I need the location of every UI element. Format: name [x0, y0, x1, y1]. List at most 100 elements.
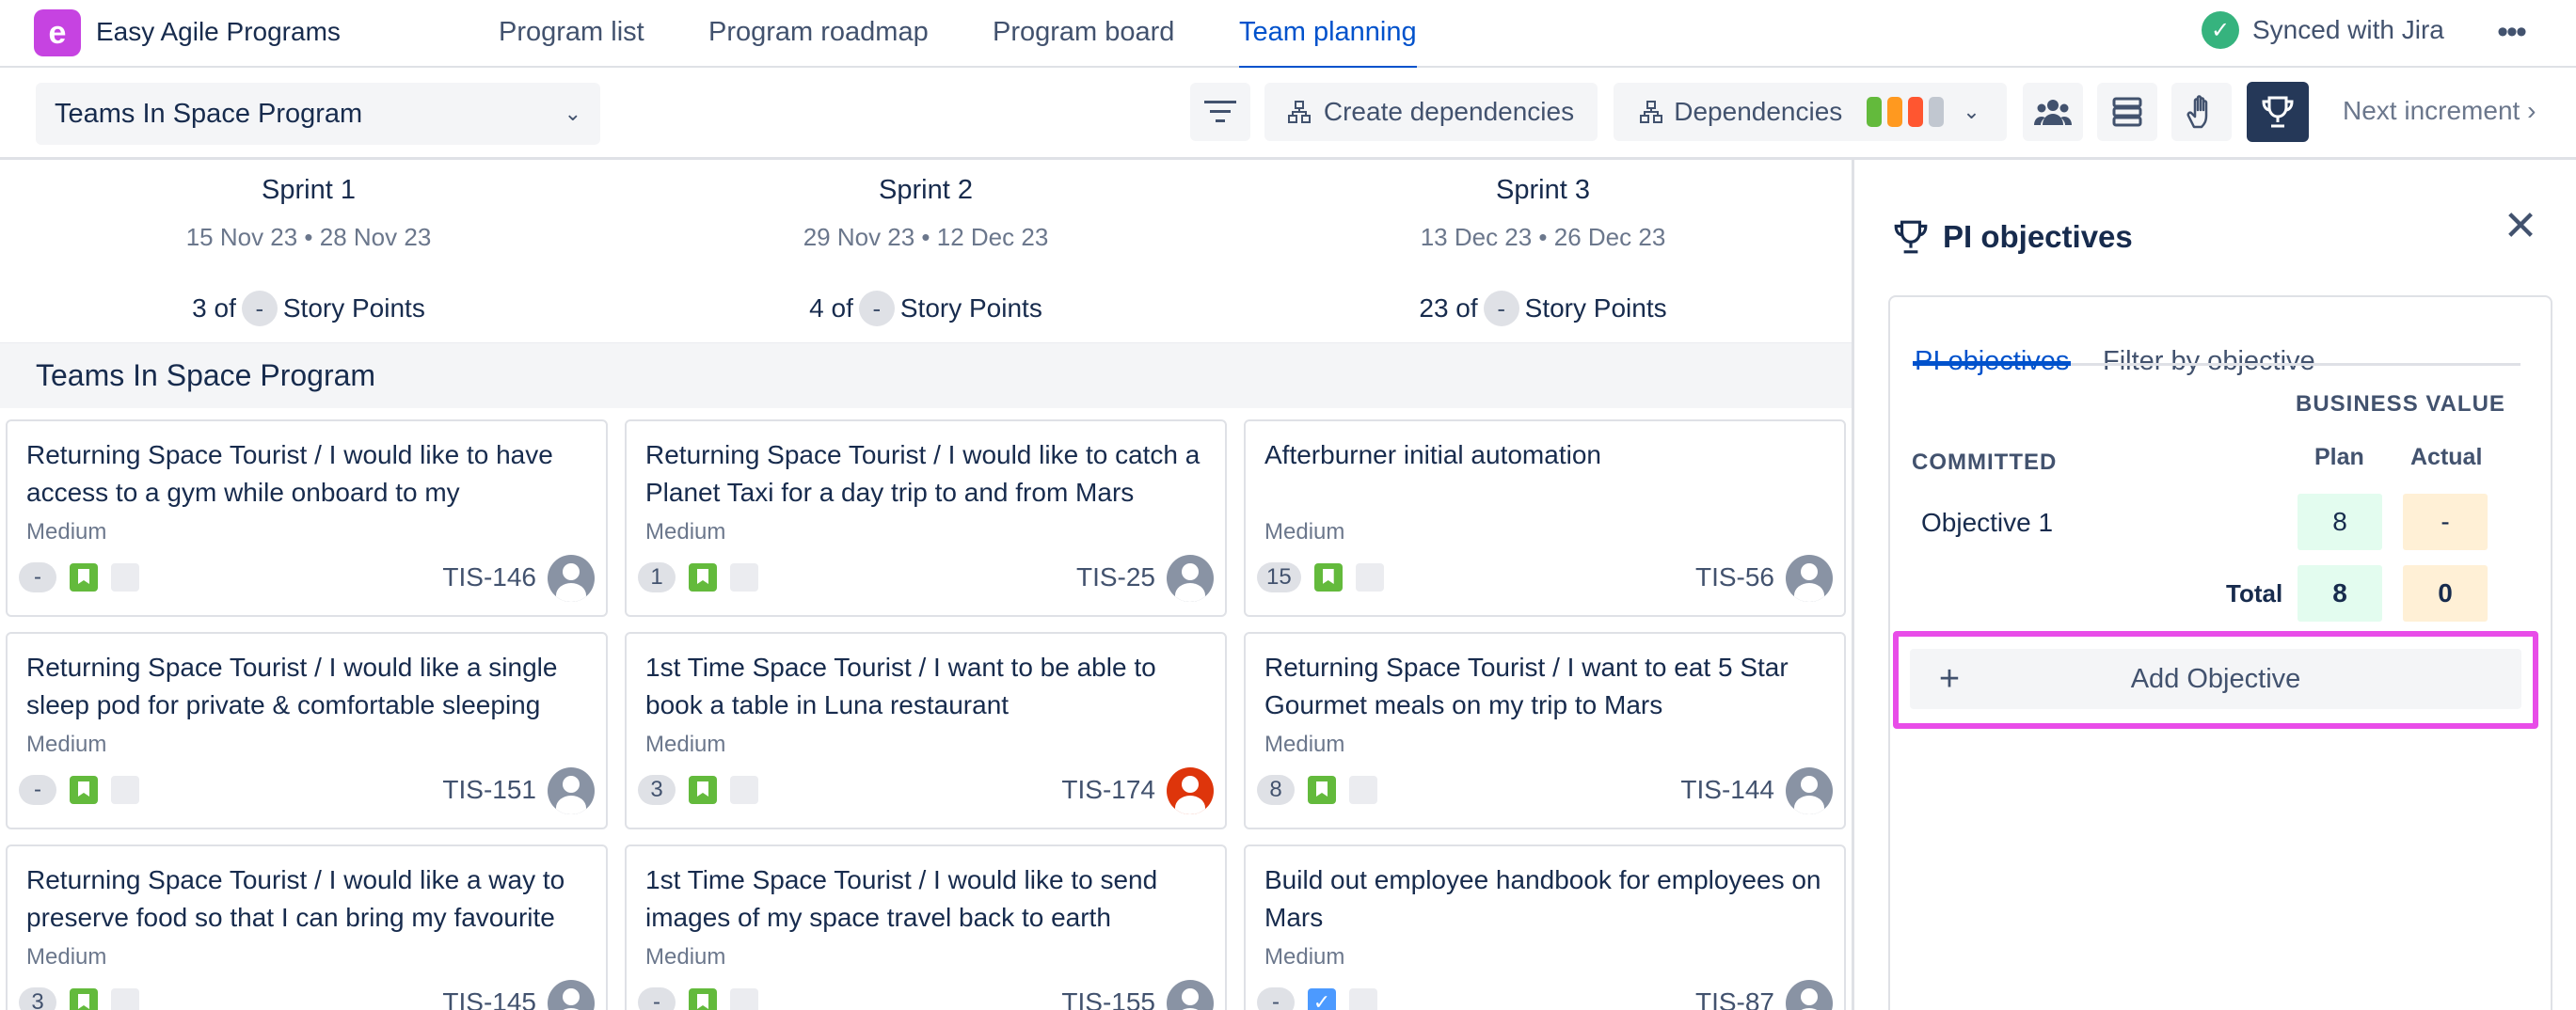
teams-view-button[interactable]	[2023, 83, 2083, 141]
more-options-button[interactable]: •••	[2489, 13, 2533, 51]
avatar	[548, 767, 595, 814]
issue-card[interactable]: Returning Space Tourist / I want to eat …	[1244, 632, 1846, 829]
story-icon	[689, 776, 717, 804]
issue-key[interactable]: TIS-56	[1695, 562, 1774, 592]
issue-priority: Medium	[1264, 732, 1345, 757]
panel-title: PI objectives	[1892, 218, 2133, 256]
issue-card[interactable]: Returning Space Tourist / I would like a…	[6, 844, 608, 1010]
sprint-capacity-pill[interactable]: -	[858, 291, 895, 326]
sync-status-label: Synced with Jira	[2252, 15, 2444, 44]
avatar	[548, 980, 595, 1010]
dependencies-label: Dependencies	[1674, 97, 1843, 126]
sprint-story-points: 3 of - Story Points	[0, 271, 617, 346]
estimate-badge: 3	[19, 987, 56, 1010]
issue-card[interactable]: Returning Space Tourist / I would like t…	[6, 419, 608, 617]
issue-card[interactable]: 1st Time Space Tourist / I want to be ab…	[625, 632, 1227, 829]
actual-column-header: Actual	[2410, 444, 2483, 470]
tab-program-list[interactable]: Program list	[499, 17, 644, 48]
objective-plan-value[interactable]: 8	[2298, 494, 2382, 550]
objective-actual-value[interactable]: -	[2403, 494, 2488, 550]
program-group-header[interactable]: Teams In Space Program	[0, 342, 1852, 408]
create-dependencies-button[interactable]: Create dependencies	[1264, 83, 1598, 141]
issue-card[interactable]: 1st Time Space Tourist / I would like to…	[625, 844, 1227, 1010]
sprint-name: Sprint 1	[262, 175, 356, 205]
issue-priority: Medium	[645, 944, 726, 970]
issue-priority: Medium	[1264, 519, 1345, 544]
issue-summary: Afterburner initial automation	[1264, 440, 1601, 469]
issue-key[interactable]: TIS-145	[442, 987, 536, 1010]
issue-key[interactable]: TIS-144	[1680, 775, 1774, 805]
sprint-capacity-pill[interactable]: -	[241, 291, 278, 326]
total-actual-value: 0	[2403, 565, 2488, 622]
capacity-button[interactable]	[2171, 83, 2232, 141]
sprint-header: Sprint 1 15 Nov 23 • 28 Nov 23	[0, 160, 617, 273]
story-icon	[70, 776, 98, 804]
swimlanes-button[interactable]	[2097, 83, 2157, 141]
filter-button[interactable]	[1190, 83, 1250, 141]
create-dependencies-label: Create dependencies	[1323, 97, 1575, 126]
dependencies-dropdown[interactable]: Dependencies ⌄	[1614, 83, 2007, 141]
issue-card[interactable]: Returning Space Tourist / I would like a…	[6, 632, 608, 829]
issue-key[interactable]: TIS-155	[1061, 987, 1155, 1010]
sprint-points-unit: Story Points	[282, 293, 425, 323]
dependency-color-swatch	[1908, 97, 1924, 127]
issue-priority: Medium	[645, 519, 726, 544]
tab-program-board[interactable]: Program board	[993, 17, 1174, 48]
program-select[interactable]: Teams In Space Program ⌄	[36, 83, 600, 145]
issue-card[interactable]: Build out employee handbook for employee…	[1244, 844, 1846, 1010]
issue-key[interactable]: TIS-146	[442, 562, 536, 592]
list-stack-icon	[2112, 97, 2142, 127]
issue-summary: Returning Space Tourist / I would like t…	[645, 440, 1201, 507]
sprint-header: Sprint 2 29 Nov 23 • 12 Dec 23	[617, 160, 1234, 273]
tab-program-roadmap[interactable]: Program roadmap	[708, 17, 929, 48]
story-icon	[70, 563, 98, 592]
next-increment-link[interactable]: Next increment ›	[2343, 96, 2536, 126]
trophy-icon	[2262, 96, 2294, 128]
hand-icon	[2186, 95, 2208, 129]
hierarchy-icon	[1640, 101, 1663, 123]
sprint-points-used: 4 of	[809, 293, 853, 323]
close-panel-button[interactable]: ✕	[2494, 199, 2547, 252]
dependency-color-swatch	[1867, 97, 1883, 127]
pi-objectives-button[interactable]	[2247, 82, 2309, 142]
highlight-box	[1893, 631, 2538, 729]
sprint-capacity-pill[interactable]: -	[1483, 291, 1519, 326]
chevron-down-icon: ⌄	[564, 102, 581, 125]
active-tab-indicator	[1913, 361, 2071, 366]
issue-summary: Returning Space Tourist / I would like a…	[26, 653, 558, 719]
issue-card[interactable]: Afterburner initial automation Medium 15…	[1244, 419, 1846, 617]
issue-summary: 1st Time Space Tourist / I want to be ab…	[645, 653, 1156, 719]
tab-filter-by-objective[interactable]: Filter by objective	[2103, 346, 2315, 377]
app-name: Easy Agile Programs	[96, 17, 341, 46]
placeholder-icon	[730, 988, 758, 1010]
planning-board: Sprint 1 15 Nov 23 • 28 Nov 23 Sprint 2 …	[0, 160, 1852, 1010]
tab-team-planning[interactable]: Team planning	[1239, 17, 1417, 69]
trophy-icon	[1894, 220, 1928, 254]
placeholder-icon	[111, 563, 139, 592]
estimate-badge: -	[19, 562, 56, 592]
issue-summary: Returning Space Tourist / I want to eat …	[1264, 653, 1789, 719]
dependency-color-legend	[1867, 97, 1945, 127]
avatar	[1167, 980, 1214, 1010]
team-icon	[2034, 100, 2072, 125]
issue-key[interactable]: TIS-174	[1061, 775, 1155, 805]
task-icon: ✓	[1308, 988, 1336, 1010]
sprint-points-used: 23 of	[1419, 293, 1478, 323]
avatar	[1786, 980, 1833, 1010]
story-icon	[1308, 776, 1336, 804]
story-icon	[70, 988, 98, 1010]
issue-key[interactable]: TIS-25	[1076, 562, 1155, 592]
sprint-points-unit: Story Points	[899, 293, 1042, 323]
check-circle-icon: ✓	[2202, 11, 2239, 49]
issue-key[interactable]: TIS-87	[1695, 987, 1774, 1010]
filter-icon	[1204, 101, 1236, 122]
app-logo[interactable]: e	[34, 9, 81, 56]
issue-key[interactable]: TIS-151	[442, 775, 536, 805]
dependency-color-swatch	[1929, 97, 1945, 127]
estimate-badge: -	[1257, 987, 1295, 1010]
program-group-title: Teams In Space Program	[36, 358, 376, 392]
objective-name[interactable]: Objective 1	[1921, 508, 2053, 538]
estimate-badge: -	[638, 987, 676, 1010]
issue-card[interactable]: Returning Space Tourist / I would like t…	[625, 419, 1227, 617]
issue-priority: Medium	[26, 732, 107, 757]
